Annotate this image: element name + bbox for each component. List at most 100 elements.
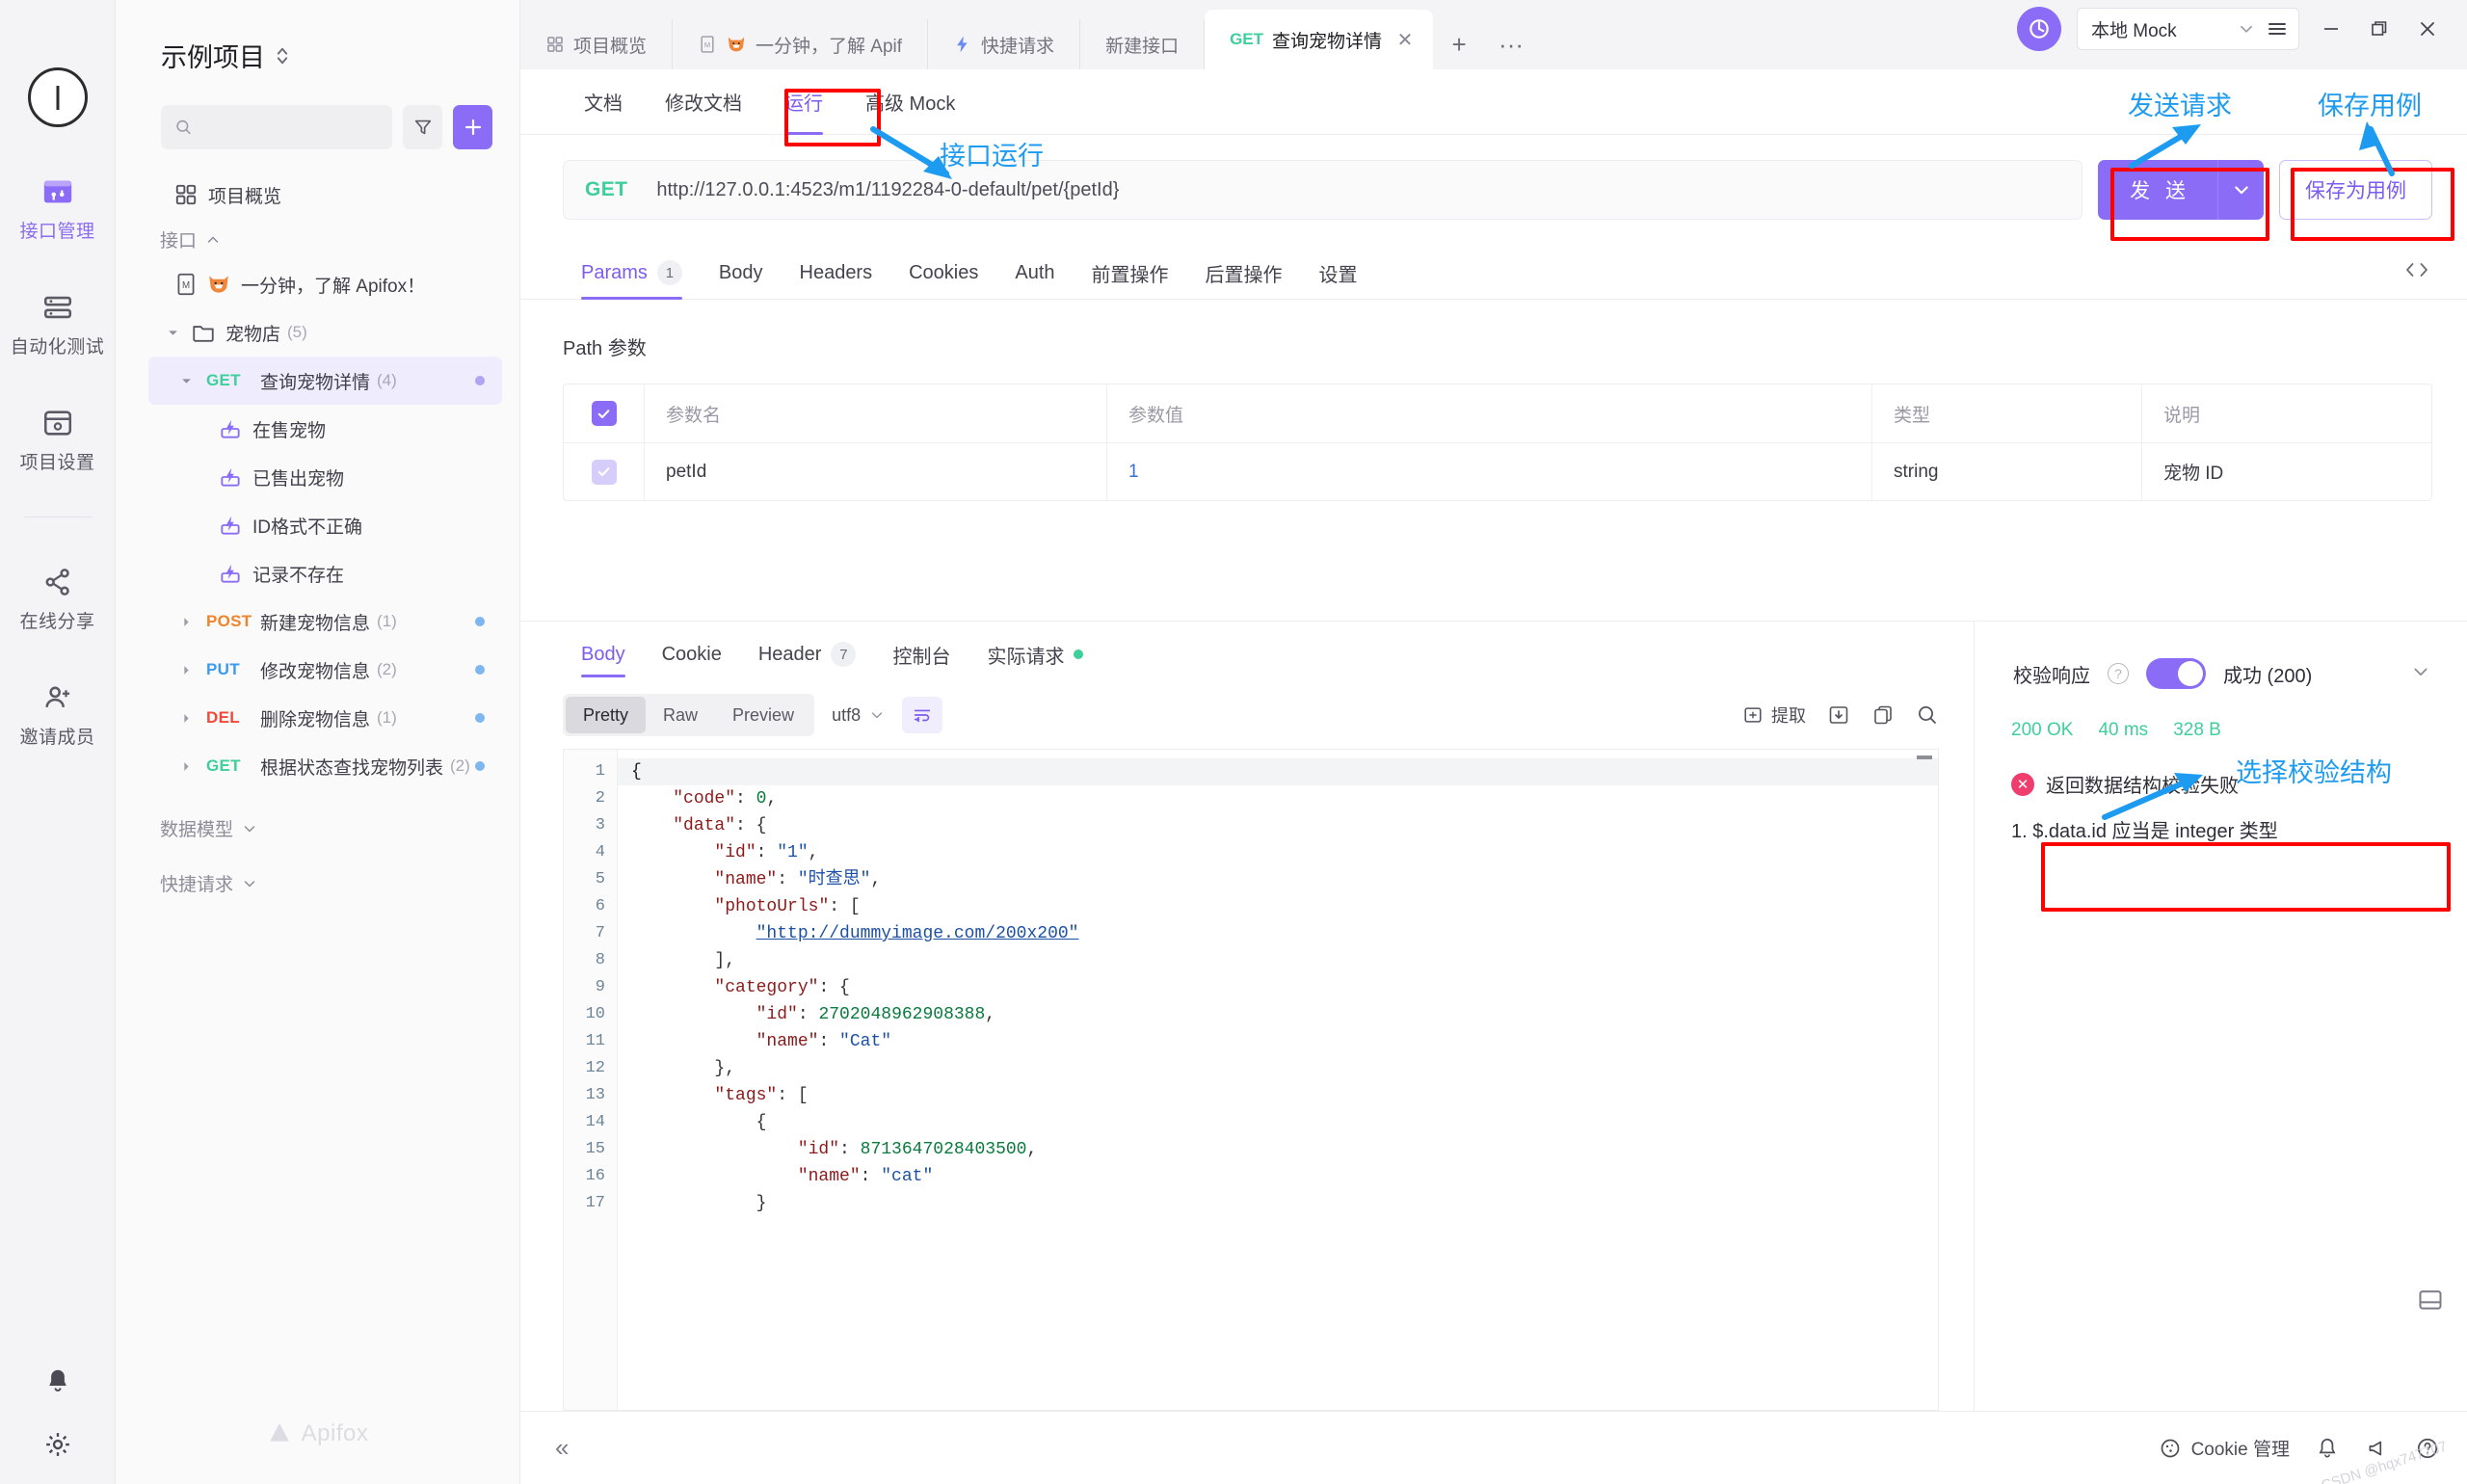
sidebar-api-query-pet-detail[interactable]: GET 查询宠物详情 (4) (148, 357, 502, 405)
validate-response-toggle[interactable] (2146, 658, 2206, 689)
param-tab-auth[interactable]: Auth (996, 247, 1073, 299)
view-mode-preview[interactable]: Preview (715, 697, 811, 733)
encoding-select[interactable]: utf8 (832, 705, 885, 726)
response-json-code[interactable]: { "code": 0, "data": { "id": "1", "name"… (618, 750, 1938, 1410)
help-icon[interactable]: ? (2108, 663, 2129, 684)
sidebar-section-api[interactable]: 接口 (148, 219, 502, 260)
close-icon[interactable]: ✕ (1391, 25, 1419, 54)
sidebar-section-models[interactable]: 数据模型 (148, 808, 502, 849)
save-as-case-button[interactable]: 保存为用例 (2279, 160, 2432, 220)
tab-quick-request[interactable]: 快捷请求 (928, 19, 1081, 69)
sidebar-item-overview[interactable]: 项目概览 (148, 171, 502, 219)
sidebar-api-create-pet[interactable]: POST 新建宠物信息 (1) (148, 597, 502, 646)
api-twisty[interactable] (173, 664, 199, 676)
param-tab-pre-script[interactable]: 前置操作 (1074, 247, 1187, 299)
help-button[interactable] (2415, 1436, 2440, 1461)
param-tab-post-script[interactable]: 后置操作 (1187, 247, 1301, 299)
environment-select[interactable]: 本地 Mock (2077, 8, 2269, 50)
send-options-button[interactable] (2217, 160, 2264, 220)
tab-project-overview[interactable]: 项目概览 (520, 19, 674, 69)
param-tab-settings[interactable]: 设置 (1301, 247, 1376, 299)
new-tab-button[interactable]: + (1433, 19, 1485, 69)
search-input[interactable] (201, 119, 380, 136)
view-mode-pretty[interactable]: Pretty (566, 697, 647, 733)
search-box[interactable] (161, 105, 393, 149)
user-avatar[interactable] (27, 67, 88, 127)
sidebar-api-update-pet[interactable]: PUT 修改宠物信息 (2) (148, 646, 502, 694)
filter-button[interactable] (403, 105, 443, 149)
wrap-lines-button[interactable] (902, 697, 943, 733)
window-close-button[interactable] (2411, 13, 2444, 45)
subtab-run[interactable]: 运行 (763, 69, 844, 135)
response-code-viewer[interactable]: 1 2 3 4 5 6 7 8 9 10 11 12 13 14 15 16 17 { "code": 0, "… (563, 749, 1939, 1411)
feedback-button[interactable] (2365, 1436, 2390, 1461)
layout-toggle-button[interactable] (2417, 1286, 2444, 1318)
api-twisty[interactable] (173, 375, 199, 387)
response-tab-header[interactable]: Header 7 (740, 622, 875, 687)
api-twisty[interactable] (173, 760, 199, 773)
tab-more-button[interactable]: ··· (1485, 19, 1537, 69)
select-all-checkbox[interactable] (591, 401, 617, 426)
tab-apifox-intro[interactable]: M 一分钟，了解 Apif (673, 19, 929, 69)
subtab-advanced-mock[interactable]: 高级 Mock (844, 69, 976, 135)
rail-item-api-management[interactable]: 接口管理 (0, 175, 115, 243)
sidebar-case-item[interactable]: 已售出宠物 (148, 453, 502, 501)
view-mode-raw[interactable]: Raw (646, 697, 715, 733)
sidebar-folder-petstore[interactable]: 宠物店 (5) (148, 308, 502, 357)
param-tab-label: 前置操作 (1091, 264, 1169, 286)
row-checkbox[interactable] (591, 459, 617, 485)
request-url[interactable]: http://127.0.0.1:4523/m1/1192284-0-defau… (656, 179, 1119, 201)
param-tab-headers[interactable]: Headers (782, 247, 891, 299)
add-button[interactable] (453, 105, 492, 149)
notification-button[interactable] (2315, 1436, 2340, 1461)
sidebar-case-item[interactable]: 记录不存在 (148, 549, 502, 597)
tab-query-pet-detail[interactable]: GET 查询宠物详情 ✕ (1205, 10, 1434, 69)
cell-param-name[interactable]: petId (645, 443, 1107, 500)
rail-item-online-share[interactable]: 在线分享 (0, 566, 115, 633)
copy-button[interactable] (1871, 703, 1895, 727)
table-row[interactable]: petId 1 string 宠物 ID (564, 442, 2431, 500)
api-twisty[interactable] (173, 616, 199, 628)
rail-item-invite-member[interactable]: 邀请成员 (0, 681, 115, 749)
sidebar-item-doc[interactable]: M 一分钟，了解 Apifox！ (148, 260, 502, 308)
window-maximize-button[interactable] (2363, 13, 2396, 45)
sidebar-case-item[interactable]: ID格式不正确 (148, 501, 502, 549)
response-tab-cookie[interactable]: Cookie (644, 622, 740, 687)
bell-icon[interactable] (43, 1366, 72, 1395)
code-view-button[interactable] (2403, 258, 2467, 287)
cell-param-value[interactable]: 1 (1107, 443, 1872, 500)
extract-variable-button[interactable]: 提取 (1742, 702, 1806, 728)
chevron-down-icon[interactable] (2411, 662, 2430, 686)
param-tab-cookies[interactable]: Cookies (890, 247, 996, 299)
sync-status-button[interactable] (2017, 7, 2061, 51)
sidebar-api-delete-pet[interactable]: DEL 删除宠物信息 (1) (148, 694, 502, 742)
folder-twisty[interactable] (160, 327, 185, 339)
scroll-indicator[interactable] (1917, 755, 1932, 759)
param-tab-params[interactable]: Params 1 (563, 247, 701, 300)
sidebar-api-find-by-status[interactable]: GET 根据状态查找宠物列表 (2) (148, 742, 502, 790)
environment-menu-button[interactable] (2255, 8, 2299, 50)
url-box[interactable]: GET http://127.0.0.1:4523/m1/1192284-0-d… (563, 160, 2083, 220)
subtab-edit-doc[interactable]: 修改文档 (644, 69, 763, 135)
download-button[interactable] (1827, 703, 1850, 727)
api-twisty[interactable] (173, 712, 199, 725)
response-tab-body[interactable]: Body (563, 622, 644, 687)
response-tab-console[interactable]: 控制台 (874, 622, 968, 687)
sidebar-section-quick-request[interactable]: 快捷请求 (148, 862, 502, 904)
param-tab-body[interactable]: Body (701, 247, 782, 299)
collapse-panel-button[interactable]: « (555, 1433, 569, 1463)
gear-icon[interactable] (43, 1430, 72, 1459)
response-tab-actual-request[interactable]: 实际请求 (968, 622, 1101, 687)
project-switcher[interactable]: 示例项目 (116, 0, 519, 74)
subtab-doc[interactable]: 文档 (563, 69, 644, 135)
sidebar-case-item[interactable]: 在售宠物 (148, 405, 502, 453)
rail-item-automation-test[interactable]: 自动化测试 (0, 291, 115, 358)
send-button[interactable]: 发 送 (2098, 160, 2217, 220)
cookie-manager-button[interactable]: Cookie 管理 (2159, 1435, 2290, 1461)
search-button[interactable] (1916, 703, 1939, 727)
cell-param-desc[interactable]: 宠物 ID (2142, 443, 2431, 500)
window-minimize-button[interactable] (2315, 13, 2348, 45)
rail-item-project-settings[interactable]: 项目设置 (0, 407, 115, 474)
tab-new-api[interactable]: 新建接口 (1080, 19, 1206, 69)
cell-param-type[interactable]: string (1872, 443, 2142, 500)
